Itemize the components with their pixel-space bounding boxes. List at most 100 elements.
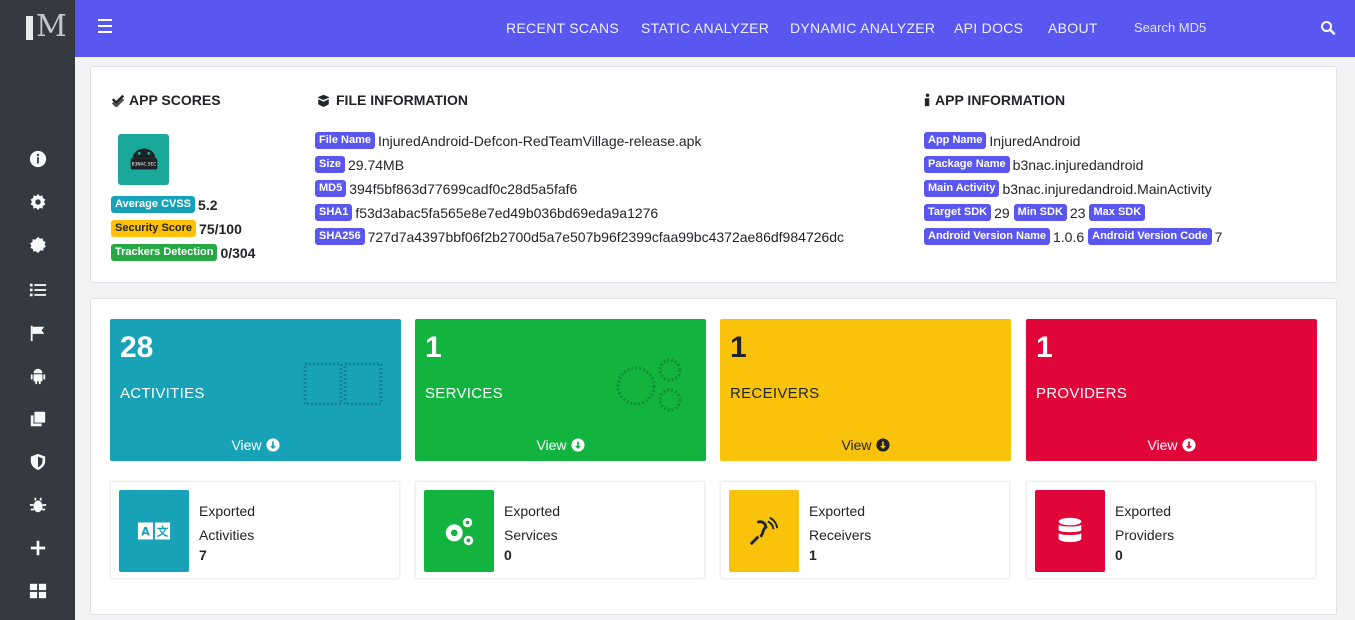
security-score-value: 75/100 [199, 220, 242, 237]
md5-value: 394f5bf863d77699cadf0c28d5a5faf6 [349, 180, 578, 197]
main-activity-value: b3nac.injuredandroid.MainActivity [1002, 180, 1212, 197]
activities-view-link[interactable]: View [110, 437, 401, 453]
main-activity-badge: Main Activity [924, 180, 1000, 197]
version-name-badge: Android Version Name [924, 228, 1050, 245]
md5-row: MD5 394f5bf863d77699cadf0c28d5a5faf6 [315, 180, 577, 197]
cogs-bg-icon [616, 358, 682, 412]
cogs-icon [424, 490, 494, 572]
nav-api-docs[interactable]: API DOCS [954, 20, 1023, 36]
exported-providers-line1: Exported [1115, 503, 1172, 519]
search-input[interactable]: Search MD5 [1134, 18, 1334, 40]
search-icon[interactable] [1320, 20, 1336, 36]
version-name-value: 1.0.6 [1052, 228, 1085, 245]
providers-tile: 1 PROVIDERS View [1026, 319, 1317, 461]
shield-icon[interactable] [28, 452, 48, 472]
nav-dynamic-analyzer[interactable]: DYNAMIC ANALYZER [790, 20, 935, 36]
sha256-row: SHA256 727d7a4397bbf06f2b2700d5a7e507b96… [315, 228, 844, 245]
flag-icon[interactable] [28, 323, 48, 343]
file-name-value: InjuredAndroid-Defcon-RedTeamVillage-rel… [377, 132, 702, 149]
receivers-view-link[interactable]: View [720, 437, 1011, 453]
sha1-value: f53d3abac5fa565e8e7ed49b036bd69eda9a1276 [355, 204, 659, 221]
activities-tile: 28 ACTIVITIES View [110, 319, 401, 461]
size-row: Size 29.74MB [315, 156, 404, 173]
max-sdk-badge: Max SDK [1089, 204, 1146, 221]
exported-activities-line2: Activities [199, 527, 255, 543]
sha1-badge: SHA1 [315, 204, 353, 221]
app-icon-label: B3NAC.SEC [131, 161, 155, 167]
services-tile: 1 SERVICES View [415, 319, 706, 461]
mobsf-logo[interactable]: M [22, 10, 67, 44]
trackers-value: 0/304 [220, 244, 256, 261]
exported-activities-line1: Exported [199, 503, 256, 519]
app-information-heading: APP INFORMATION [924, 92, 1065, 108]
exported-services-line1: Exported [504, 503, 561, 519]
bug-icon[interactable] [28, 495, 48, 515]
main-activity-row: Main Activity b3nac.injuredandroid.MainA… [924, 180, 1212, 197]
gear-icon[interactable] [28, 192, 48, 212]
trackers-row: Trackers Detection 0/304 [111, 244, 255, 261]
file-information-heading: FILE INFORMATION [315, 92, 468, 108]
package-name-row: Package Name b3nac.injuredandroid [924, 156, 1143, 173]
exported-activities-count: 7 [199, 547, 207, 563]
sidebar: M [0, 0, 75, 620]
language-bg-icon [303, 362, 383, 406]
app-scores-heading: APP SCORES [111, 92, 221, 108]
exported-receivers-line1: Exported [809, 503, 866, 519]
arrow-circle-down-icon [265, 438, 280, 452]
nav-static-analyzer[interactable]: STATIC ANALYZER [641, 20, 769, 36]
list-icon[interactable] [28, 280, 48, 300]
assistive-listening-icon [729, 490, 799, 572]
security-score-row: Security Score 75/100 [111, 220, 242, 237]
exported-receivers-count: 1 [809, 547, 817, 563]
security-score-badge: Security Score [111, 220, 197, 237]
app-name-value: InjuredAndroid [989, 132, 1081, 149]
activities-label: ACTIVITIES [120, 385, 205, 402]
android-icon[interactable] [28, 366, 48, 386]
md5-badge: MD5 [315, 180, 347, 197]
file-name-badge: File Name [315, 132, 375, 149]
app-name-badge: App Name [924, 132, 987, 149]
check-double-icon [111, 94, 125, 107]
exported-receivers-line2: Receivers [809, 527, 872, 543]
services-label: SERVICES [425, 385, 503, 402]
services-view-link[interactable]: View [415, 437, 706, 453]
min-sdk-badge: Min SDK [1013, 204, 1067, 221]
size-badge: Size [315, 156, 346, 173]
arrow-circle-down-icon [1181, 438, 1196, 452]
receivers-count: 1 [730, 331, 747, 364]
version-code-value: 7 [1214, 228, 1223, 245]
activities-count: 28 [120, 331, 154, 364]
exported-services-box: Exported Services 0 [415, 481, 705, 579]
receivers-label: RECEIVERS [730, 385, 820, 402]
file-name-row: File Name InjuredAndroid-Defcon-RedTeamV… [315, 132, 701, 149]
exported-services-line2: Services [504, 527, 558, 543]
sha1-row: SHA1 f53d3abac5fa565e8e7ed49b036bd69eda9… [315, 204, 658, 221]
package-name-badge: Package Name [924, 156, 1010, 173]
exported-services-count: 0 [504, 547, 512, 563]
services-count: 1 [425, 331, 442, 364]
cog-badge-icon[interactable] [28, 235, 48, 255]
info-icon[interactable] [28, 149, 48, 169]
hamburger-menu-icon[interactable] [98, 19, 114, 35]
size-value: 29.74MB [348, 156, 405, 173]
average-cvss-badge: Average CVSS [111, 196, 196, 213]
nav-about[interactable]: ABOUT [1048, 20, 1098, 36]
providers-label: PROVIDERS [1036, 385, 1128, 402]
nav-recent-scans[interactable]: RECENT SCANS [506, 20, 619, 36]
exported-activities-box: A文 Exported Activities 7 [110, 481, 400, 579]
average-cvss-row: Average CVSS 5.2 [111, 196, 218, 213]
exported-providers-count: 0 [1115, 547, 1123, 563]
min-sdk-value: 23 [1069, 204, 1086, 221]
info-i-icon [924, 93, 930, 107]
copy-icon[interactable] [28, 409, 48, 429]
svg-text:A: A [141, 525, 150, 539]
plus-icon[interactable] [28, 538, 48, 558]
exported-providers-box: Exported Providers 0 [1026, 481, 1316, 579]
box-open-icon [317, 94, 330, 107]
receivers-tile: 1 RECEIVERS View [720, 319, 1011, 461]
providers-view-link[interactable]: View [1026, 437, 1317, 453]
package-name-value: b3nac.injuredandroid [1012, 156, 1144, 173]
version-row: Android Version Name 1.0.6 Android Versi… [924, 228, 1222, 245]
language-icon: A文 [119, 490, 189, 572]
grid-icon[interactable] [28, 581, 48, 601]
